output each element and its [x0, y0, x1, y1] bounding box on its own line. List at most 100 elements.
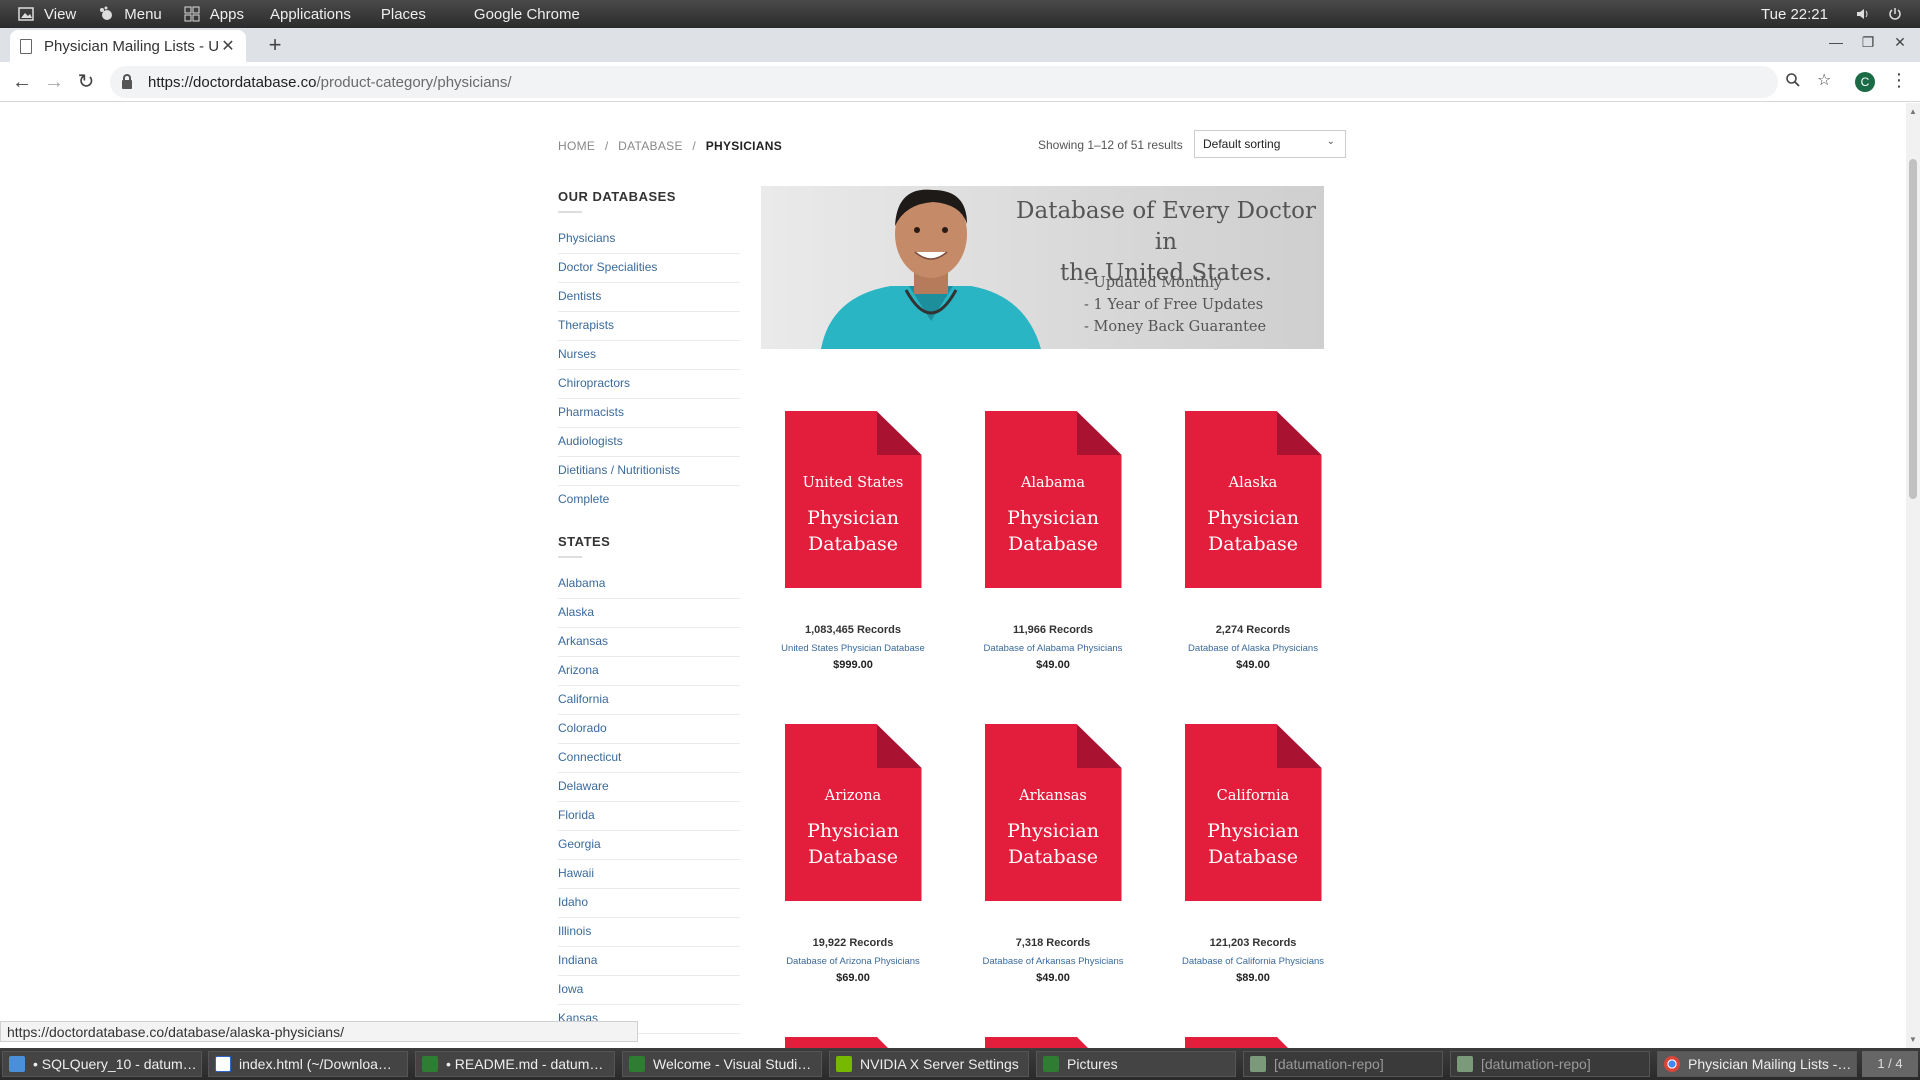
product-name-link[interactable]: Database of Arizona Physicians	[753, 956, 953, 967]
sidebar-item-arkansas[interactable]: Arkansas	[558, 628, 740, 657]
taskbar: • SQLQuery_10 - datum… index.html (~/Dow…	[0, 1048, 1920, 1080]
bookmark-star-icon[interactable]: ☆	[1817, 70, 1831, 90]
page-scrollbar[interactable]: ▲ ▼	[1906, 103, 1920, 1048]
scroll-up-arrow-icon[interactable]: ▲	[1909, 107, 1917, 116]
product-image[interactable]: Arizona Physician Database	[784, 724, 922, 901]
sidebar-item-alabama[interactable]: Alabama	[558, 570, 740, 599]
sidebar-item-florida[interactable]: Florida	[558, 802, 740, 831]
product-name-link[interactable]: Database of Alabama Physicians	[953, 643, 1153, 654]
product-card[interactable]: United States Physician Database 1,083,46…	[753, 411, 953, 671]
sidebar-item-pharmacists[interactable]: Pharmacists	[558, 399, 740, 428]
taskbar-item-pictures[interactable]: Pictures	[1036, 1051, 1236, 1077]
sidebar-item-connecticut[interactable]: Connecticut	[558, 744, 740, 773]
browser-menu-icon[interactable]: ⋮	[1890, 70, 1908, 91]
sidebar-item-chiropractors[interactable]: Chiropractors	[558, 370, 740, 399]
restore-icon[interactable]: ❐	[1858, 34, 1878, 51]
product-image-title: Physician Database	[985, 818, 1122, 870]
sidebar-item-idaho[interactable]: Idaho	[558, 889, 740, 918]
sort-select[interactable]: Default sorting ⌄	[1194, 130, 1346, 158]
sidebar-item-illinois[interactable]: Illinois	[558, 918, 740, 947]
volume-icon[interactable]	[1856, 7, 1870, 21]
back-icon[interactable]: ←	[10, 70, 34, 94]
folder-icon	[1043, 1056, 1059, 1072]
sidebar-item-complete[interactable]: Complete	[558, 486, 740, 515]
panel-places-menu[interactable]: Places	[365, 0, 440, 28]
sidebar-item-dietitians[interactable]: Dietitians / Nutritionists	[558, 457, 740, 486]
tab-close-icon[interactable]: ✕	[220, 36, 236, 56]
breadcrumb-database[interactable]: DATABASE	[618, 139, 683, 153]
product-image-partial[interactable]	[785, 1037, 897, 1048]
product-image[interactable]: California Physician Database	[1184, 724, 1322, 901]
panel-tray: Tue 22:21	[1761, 0, 1920, 28]
product-image-partial[interactable]	[1185, 1037, 1297, 1048]
sidebar-item-california[interactable]: California	[558, 686, 740, 715]
sidebar-item-delaware[interactable]: Delaware	[558, 773, 740, 802]
panel-active-app[interactable]: Google Chrome	[440, 0, 594, 28]
sidebar-item-therapists[interactable]: Therapists	[558, 312, 740, 341]
taskbar-item-sqlquery[interactable]: • SQLQuery_10 - datum…	[2, 1051, 202, 1077]
product-card[interactable]: Alabama Physician Database 11,966 Records…	[953, 411, 1153, 671]
profile-avatar[interactable]: C	[1855, 72, 1875, 92]
sidebar-item-hawaii[interactable]: Hawaii	[558, 860, 740, 889]
product-price: $89.00	[1236, 972, 1270, 984]
web-page: HOME / DATABASE / PHYSICIANS Showing 1–1…	[0, 103, 1906, 1048]
breadcrumb-home[interactable]: HOME	[558, 139, 595, 153]
product-card[interactable]: Arizona Physician Database 19,922 Records…	[753, 724, 953, 984]
taskbar-item-chrome[interactable]: Physician Mailing Lists -…	[1657, 1051, 1857, 1077]
taskbar-item-index-html[interactable]: index.html (~/Downloa…	[208, 1051, 408, 1077]
minimize-icon[interactable]: —	[1826, 34, 1846, 50]
panel-applications-menu[interactable]: Applications	[258, 0, 365, 28]
sidebar-item-iowa[interactable]: Iowa	[558, 976, 740, 1005]
product-card[interactable]: Alaska Physician Database 2,274 Records D…	[1153, 411, 1353, 671]
sidebar-item-doctor-specialities[interactable]: Doctor Specialities	[558, 254, 740, 283]
product-price: $69.00	[836, 972, 870, 984]
tab-title: Physician Mailing Lists - Up	[44, 37, 220, 55]
taskbar-item-datumation-repo[interactable]: [datumation-repo]	[1243, 1051, 1443, 1077]
close-window-icon[interactable]: ✕	[1890, 34, 1910, 51]
panel-apps-menu[interactable]: Apps	[176, 0, 258, 28]
sidebar-item-nurses[interactable]: Nurses	[558, 341, 740, 370]
taskbar-item-datumation-repo[interactable]: [datumation-repo]	[1450, 1051, 1650, 1077]
product-name-link[interactable]: Database of Alaska Physicians	[1153, 643, 1353, 654]
taskbar-item-vscode-welcome[interactable]: Welcome - Visual Studi…	[622, 1051, 822, 1077]
product-name-link[interactable]: Database of California Physicians	[1153, 956, 1353, 967]
product-image[interactable]: Arkansas Physician Database	[984, 724, 1122, 901]
banner-bullets: - Updated Monthly - 1 Year of Free Updat…	[1084, 272, 1266, 338]
browser-tab-active[interactable]: Physician Mailing Lists - Up ✕	[10, 30, 246, 62]
sidebar-item-arizona[interactable]: Arizona	[558, 657, 740, 686]
product-card[interactable]: California Physician Database 121,203 Rec…	[1153, 724, 1353, 984]
panel-clock[interactable]: Tue 22:21	[1761, 6, 1828, 23]
panel-view-menu[interactable]: View	[0, 0, 90, 28]
scroll-down-arrow-icon[interactable]: ▼	[1909, 1035, 1917, 1044]
panel-main-menu[interactable]: Menu	[90, 0, 176, 28]
workspace-pager[interactable]: 1 / 4	[1862, 1051, 1918, 1077]
zoom-search-icon[interactable]	[1785, 72, 1801, 93]
product-name-link[interactable]: United States Physician Database	[753, 643, 953, 654]
sidebar-item-physicians[interactable]: Physicians	[558, 225, 740, 254]
product-image[interactable]: Alabama Physician Database	[984, 411, 1122, 588]
product-image-state: Arkansas	[1019, 788, 1087, 804]
sidebar-item-dentists[interactable]: Dentists	[558, 283, 740, 312]
product-image[interactable]: United States Physician Database	[784, 411, 922, 588]
address-bar[interactable]: https://doctordatabase.co/product-catego…	[110, 66, 1778, 98]
sidebar-item-colorado[interactable]: Colorado	[558, 715, 740, 744]
sidebar-item-alaska[interactable]: Alaska	[558, 599, 740, 628]
new-tab-button[interactable]: +	[262, 32, 288, 58]
lock-icon[interactable]	[122, 73, 132, 89]
sidebar-item-indiana[interactable]: Indiana	[558, 947, 740, 976]
sidebar-item-georgia[interactable]: Georgia	[558, 831, 740, 860]
product-card[interactable]: Arkansas Physician Database 7,318 Records…	[953, 724, 1153, 984]
product-name-link[interactable]: Database of Arkansas Physicians	[953, 956, 1153, 967]
forward-icon[interactable]: →	[42, 70, 66, 94]
product-image-partial[interactable]	[985, 1037, 1097, 1048]
taskbar-item-readme[interactable]: • README.md - datum…	[415, 1051, 615, 1077]
product-records: 7,318 Records	[1015, 937, 1091, 949]
apps-grid-icon	[184, 6, 200, 22]
breadcrumb-current: PHYSICIANS	[705, 139, 783, 153]
power-icon[interactable]	[1888, 7, 1902, 21]
sidebar-item-audiologists[interactable]: Audiologists	[558, 428, 740, 457]
scroll-thumb[interactable]	[1909, 159, 1917, 499]
reload-icon[interactable]: ↻	[74, 70, 98, 94]
product-image[interactable]: Alaska Physician Database	[1184, 411, 1322, 588]
taskbar-item-nvidia[interactable]: NVIDIA X Server Settings	[829, 1051, 1029, 1077]
